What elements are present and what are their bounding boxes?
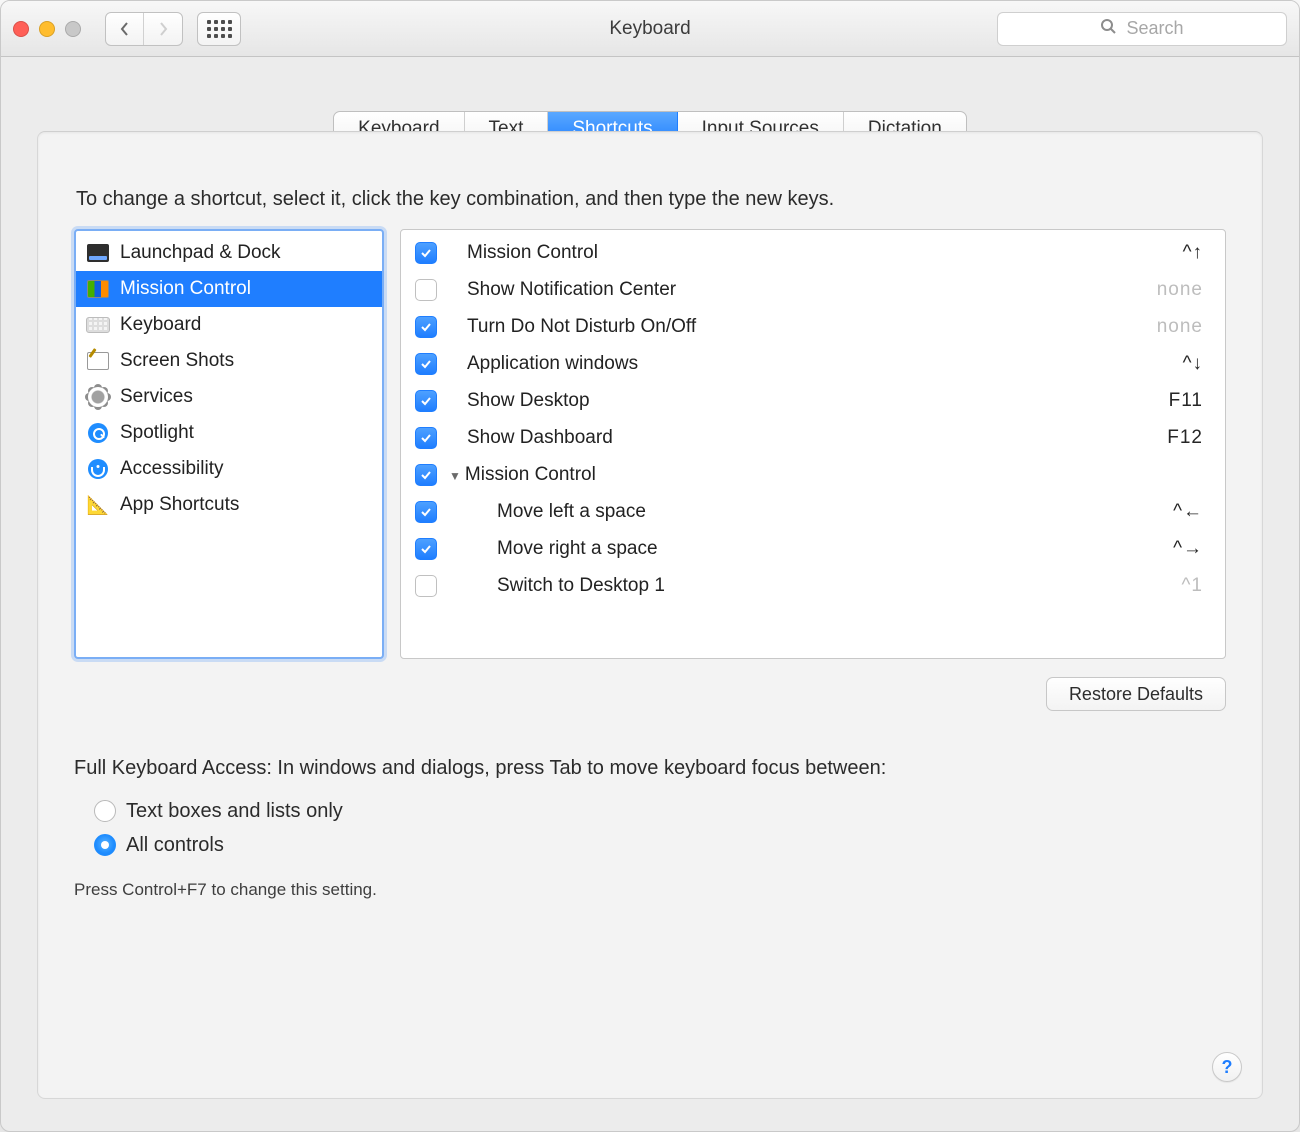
shortcut-label: Show Desktop bbox=[467, 390, 590, 412]
accessibility-icon bbox=[86, 458, 110, 480]
prefs-window: Keyboard Search Keyboard Text Shortcuts … bbox=[0, 0, 1300, 1132]
search-placeholder: Search bbox=[1126, 18, 1183, 39]
shortcut-group-row[interactable]: ▼ Mission Control bbox=[401, 456, 1225, 493]
shortcut-key[interactable]: none bbox=[1157, 316, 1203, 338]
enable-checkbox[interactable] bbox=[415, 390, 437, 412]
shortcut-row[interactable]: Move right a space ^→ bbox=[401, 530, 1225, 567]
enable-checkbox[interactable] bbox=[415, 575, 437, 597]
fka-option-text-boxes[interactable]: Text boxes and lists only bbox=[94, 794, 1226, 828]
shortcut-key[interactable]: ^→ bbox=[1173, 538, 1203, 560]
shortcut-key[interactable]: ^↓ bbox=[1183, 353, 1203, 375]
radio-label: All controls bbox=[126, 834, 224, 857]
keyboard-icon bbox=[86, 314, 110, 336]
shortcut-label: Mission Control bbox=[465, 464, 596, 486]
services-icon bbox=[86, 386, 110, 408]
category-label: Services bbox=[120, 386, 193, 408]
category-screen-shots[interactable]: Screen Shots bbox=[76, 343, 382, 379]
show-all-prefs-button[interactable] bbox=[197, 12, 241, 46]
shortcut-label: Turn Do Not Disturb On/Off bbox=[467, 316, 696, 338]
enable-checkbox[interactable] bbox=[415, 538, 437, 560]
category-label: Keyboard bbox=[120, 314, 201, 336]
shortcut-key[interactable]: F12 bbox=[1167, 427, 1203, 449]
category-launchpad-dock[interactable]: Launchpad & Dock bbox=[76, 235, 382, 271]
category-label: Spotlight bbox=[120, 422, 194, 444]
shortcut-label: Application windows bbox=[467, 353, 638, 375]
mission-control-icon bbox=[86, 278, 110, 300]
fka-hint: Press Control+F7 to change this setting. bbox=[74, 880, 1226, 900]
shortcut-label: Move left a space bbox=[497, 501, 646, 523]
radio-label: Text boxes and lists only bbox=[126, 800, 343, 823]
disclosure-triangle-icon[interactable]: ▼ bbox=[449, 469, 461, 483]
radio-button[interactable] bbox=[94, 834, 116, 856]
shortcut-label: Show Dashboard bbox=[467, 427, 613, 449]
shortcut-key[interactable]: ^1 bbox=[1182, 575, 1203, 597]
shortcut-row[interactable]: Mission Control ^↑ bbox=[401, 234, 1225, 271]
category-app-shortcuts[interactable]: 📐 App Shortcuts bbox=[76, 487, 382, 523]
category-accessibility[interactable]: Accessibility bbox=[76, 451, 382, 487]
shortcut-label: Move right a space bbox=[497, 538, 658, 560]
shortcut-row[interactable]: Turn Do Not Disturb On/Off none bbox=[401, 308, 1225, 345]
shortcut-row[interactable]: Switch to Desktop 1 ^1 bbox=[401, 567, 1225, 604]
spotlight-icon bbox=[86, 422, 110, 444]
shortcut-label: Switch to Desktop 1 bbox=[497, 575, 665, 597]
help-button[interactable]: ? bbox=[1212, 1052, 1242, 1082]
enable-checkbox[interactable] bbox=[415, 353, 437, 375]
shortcut-key[interactable]: F11 bbox=[1169, 390, 1203, 412]
restore-wrap: Restore Defaults bbox=[74, 677, 1226, 711]
close-window-button[interactable] bbox=[13, 21, 29, 37]
zoom-window-button bbox=[65, 21, 81, 37]
shortcut-key[interactable]: none bbox=[1157, 279, 1203, 301]
shortcut-list[interactable]: Mission Control ^↑ Show Notification Cen… bbox=[400, 229, 1226, 659]
category-label: Screen Shots bbox=[120, 350, 234, 372]
content-well: To change a shortcut, select it, click t… bbox=[37, 131, 1263, 1099]
enable-checkbox[interactable] bbox=[415, 427, 437, 449]
panes: Launchpad & Dock Mission Control Keyboar… bbox=[74, 229, 1226, 659]
category-services[interactable]: Services bbox=[76, 379, 382, 415]
search-icon bbox=[1100, 18, 1116, 39]
category-label: Mission Control bbox=[120, 278, 251, 300]
enable-checkbox[interactable] bbox=[415, 279, 437, 301]
forward-button[interactable] bbox=[144, 13, 182, 45]
radio-button[interactable] bbox=[94, 800, 116, 822]
screenshots-icon bbox=[86, 350, 110, 372]
category-keyboard[interactable]: Keyboard bbox=[76, 307, 382, 343]
shortcut-row[interactable]: Show Dashboard F12 bbox=[401, 419, 1225, 456]
fka-heading: Full Keyboard Access: In windows and dia… bbox=[74, 757, 1226, 780]
fka-option-all-controls[interactable]: All controls bbox=[94, 828, 1226, 862]
shortcut-row[interactable]: Show Notification Center none bbox=[401, 271, 1225, 308]
help-icon: ? bbox=[1222, 1057, 1233, 1078]
window-controls bbox=[13, 21, 81, 37]
enable-checkbox[interactable] bbox=[415, 464, 437, 486]
enable-checkbox[interactable] bbox=[415, 242, 437, 264]
launchpad-icon bbox=[86, 242, 110, 264]
shortcut-row[interactable]: Application windows ^↓ bbox=[401, 345, 1225, 382]
app-shortcuts-icon: 📐 bbox=[86, 494, 110, 516]
search-field[interactable]: Search bbox=[997, 12, 1287, 46]
titlebar: Keyboard Search bbox=[1, 1, 1299, 57]
shortcut-label: Show Notification Center bbox=[467, 279, 676, 301]
back-button[interactable] bbox=[106, 13, 144, 45]
shortcut-row[interactable]: Move left a space ^← bbox=[401, 493, 1225, 530]
shortcut-row[interactable]: Show Desktop F11 bbox=[401, 382, 1225, 419]
category-label: Accessibility bbox=[120, 458, 223, 480]
category-label: Launchpad & Dock bbox=[120, 242, 281, 264]
shortcut-key[interactable]: ^↑ bbox=[1183, 242, 1203, 264]
instruction-text: To change a shortcut, select it, click t… bbox=[76, 188, 1226, 211]
enable-checkbox[interactable] bbox=[415, 501, 437, 523]
minimize-window-button[interactable] bbox=[39, 21, 55, 37]
enable-checkbox[interactable] bbox=[415, 316, 437, 338]
category-spotlight[interactable]: Spotlight bbox=[76, 415, 382, 451]
button-label: Restore Defaults bbox=[1069, 684, 1203, 705]
restore-defaults-button[interactable]: Restore Defaults bbox=[1046, 677, 1226, 711]
category-list[interactable]: Launchpad & Dock Mission Control Keyboar… bbox=[74, 229, 384, 659]
grid-icon bbox=[207, 20, 232, 38]
category-label: App Shortcuts bbox=[120, 494, 239, 516]
shortcut-label: Mission Control bbox=[467, 242, 598, 264]
category-mission-control[interactable]: Mission Control bbox=[76, 271, 382, 307]
shortcut-key[interactable]: ^← bbox=[1173, 501, 1203, 523]
fka-radio-group: Text boxes and lists only All controls bbox=[94, 794, 1226, 862]
nav-buttons bbox=[105, 12, 183, 46]
